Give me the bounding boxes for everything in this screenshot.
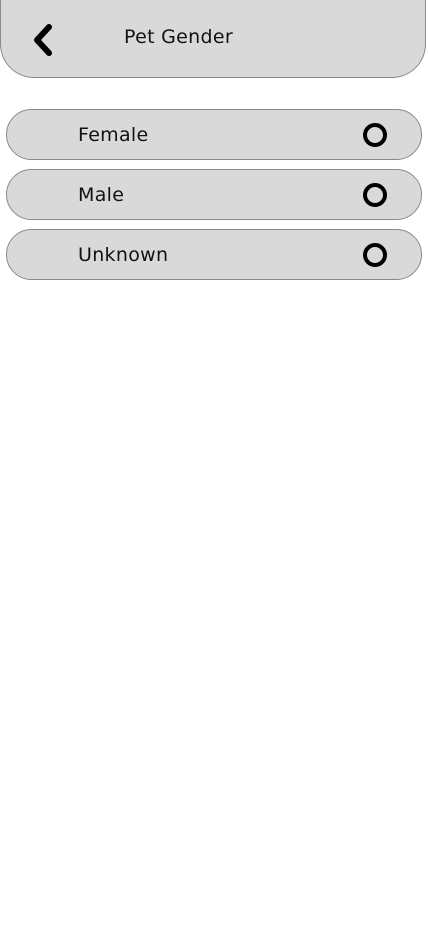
header-bar: Pet Gender [0,0,426,78]
back-button[interactable] [25,20,61,60]
radio-button[interactable] [363,243,387,267]
radio-button[interactable] [363,183,387,207]
page-title: Pet Gender [124,26,233,48]
gender-options-list: Female Male Unknown [6,109,422,289]
chevron-left-icon [34,24,52,56]
gender-option-male[interactable]: Male [6,169,422,220]
option-label: Unknown [78,244,169,266]
gender-option-unknown[interactable]: Unknown [6,229,422,280]
radio-button[interactable] [363,123,387,147]
gender-option-female[interactable]: Female [6,109,422,160]
option-label: Male [78,184,125,206]
option-label: Female [78,124,149,146]
